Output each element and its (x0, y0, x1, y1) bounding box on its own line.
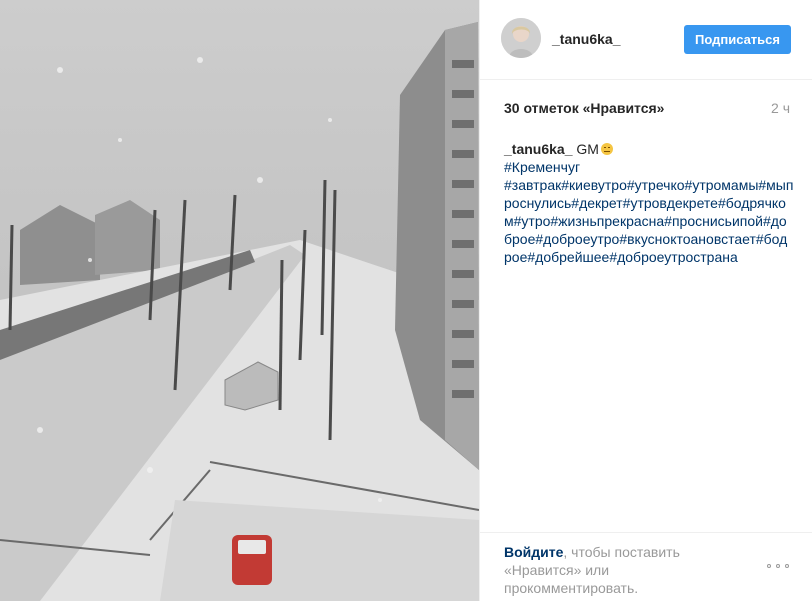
caption-text: GM (576, 141, 599, 157)
post-sidebar: _tanu6ka_ Подписаться 30 отметок «Нравит… (479, 0, 812, 601)
avatar[interactable] (501, 18, 541, 58)
follow-button[interactable]: Подписаться (684, 25, 791, 54)
post-photo[interactable] (0, 0, 479, 601)
author-username[interactable]: _tanu6ka_ (552, 31, 620, 47)
hashtags[interactable]: #Кременчуг #завтрак#киевутро#утречко#утр… (504, 158, 794, 266)
more-options-icon[interactable] (767, 561, 793, 573)
login-link[interactable]: Войдите (504, 544, 563, 560)
post-caption: _tanu6ka_ GM #Кременчуг #завтрак#киевутр… (504, 140, 794, 266)
post-footer: Войдите, чтобы поставить «Нравится» или … (480, 532, 812, 601)
instagram-post: _tanu6ka_ Подписаться 30 отметок «Нравит… (0, 0, 812, 601)
post-header: _tanu6ka_ Подписаться (480, 0, 812, 80)
confused-face-icon (600, 143, 613, 155)
login-prompt: Войдите, чтобы поставить «Нравится» или … (504, 543, 704, 597)
likes-count[interactable]: 30 отметок «Нравится» (504, 100, 664, 116)
caption-username[interactable]: _tanu6ka_ (504, 141, 572, 157)
post-time[interactable]: 2 ч (771, 100, 790, 116)
